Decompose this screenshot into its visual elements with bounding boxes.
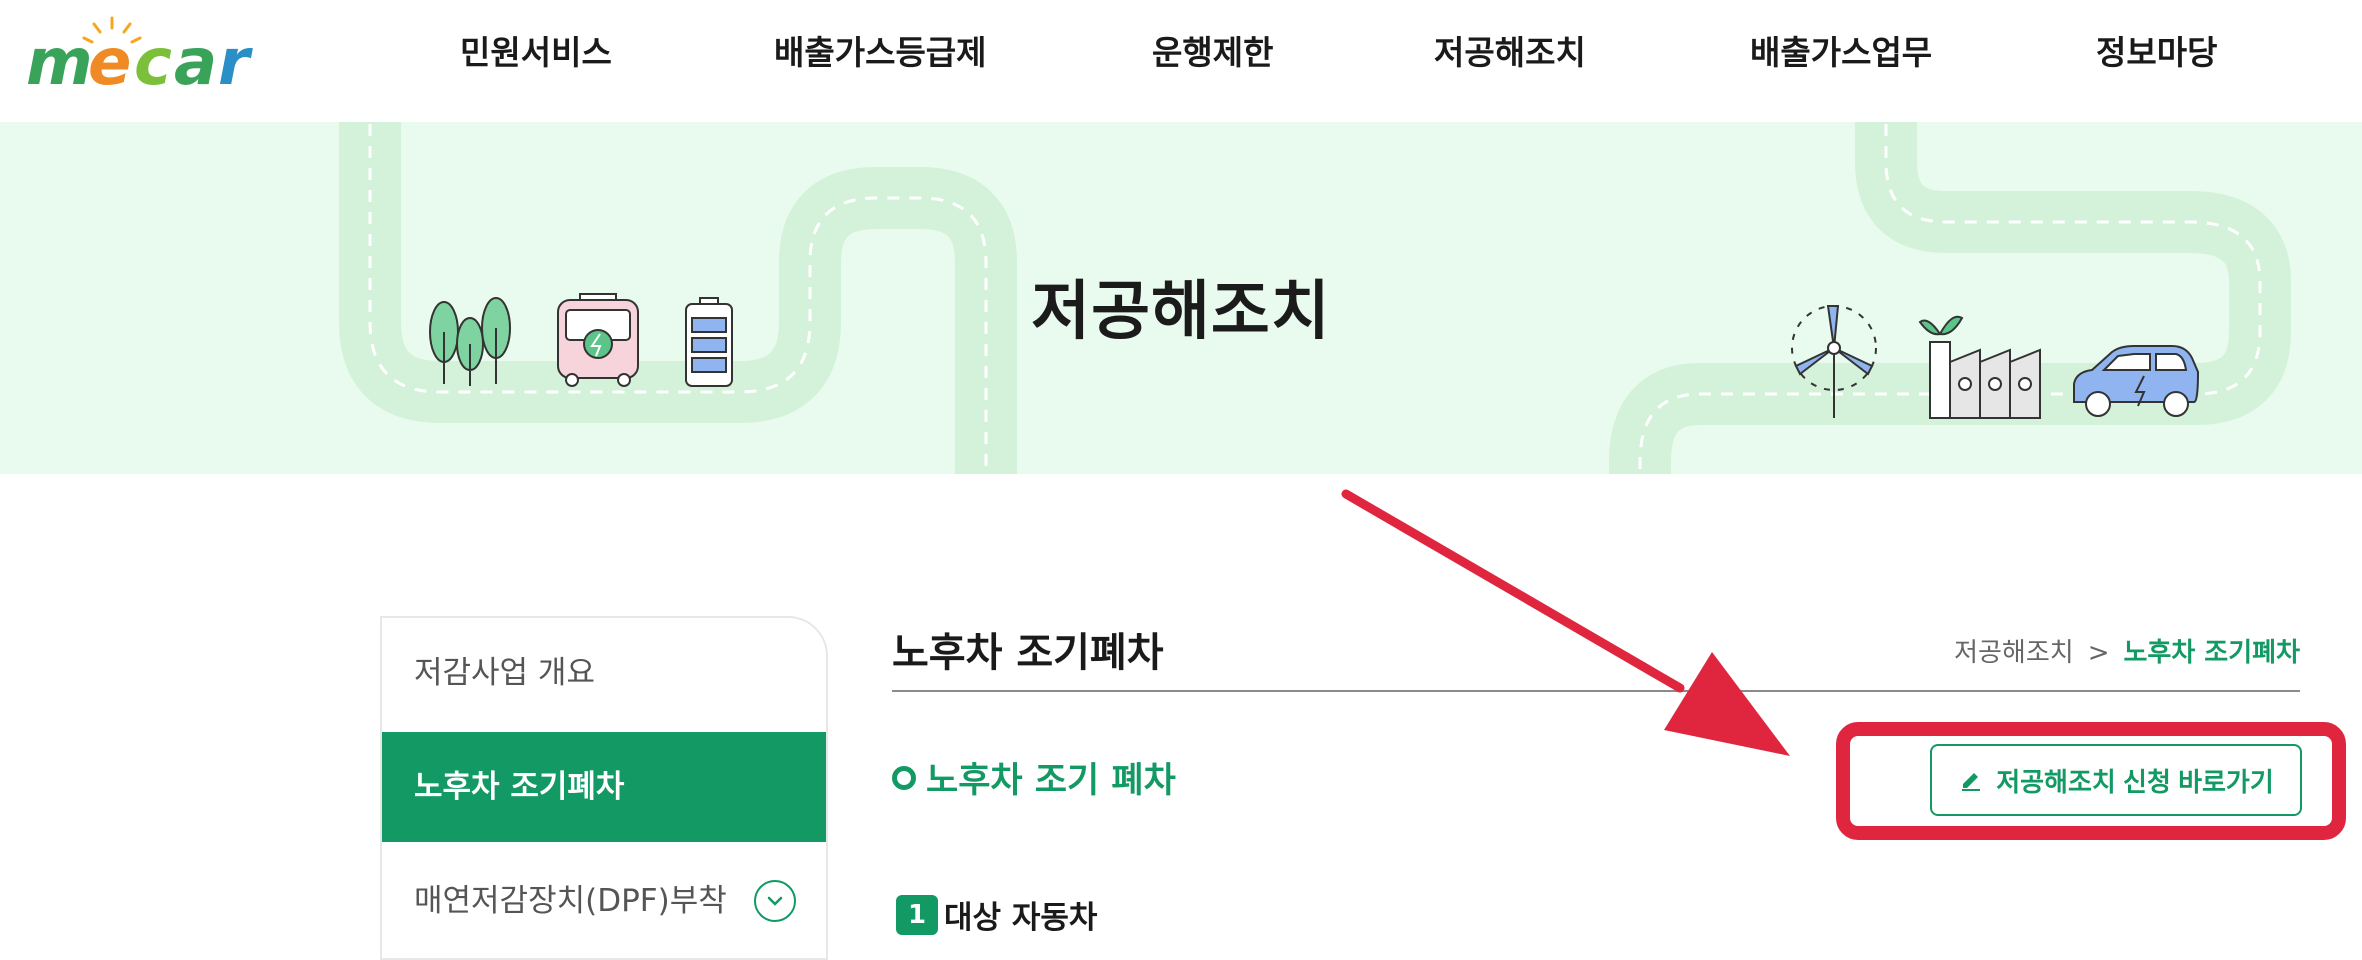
nav-item-info[interactable]: 정보마당 (2096, 26, 2217, 74)
main-nav: 민원서비스 배출가스등급제 운행제한 저공해조치 배출가스업무 정보마당 (0, 0, 2362, 122)
sub-heading: 1 대상 자동차 (896, 892, 1097, 937)
sub-heading-label: 대상 자동차 (944, 900, 1098, 936)
ring-bullet-icon (892, 765, 916, 790)
page-banner: 저공해조치 (0, 122, 2362, 474)
step-number-badge: 1 (896, 894, 938, 935)
section-heading: 노후차 조기 폐차 (892, 752, 1176, 803)
breadcrumb-parent[interactable]: 저공해조치 (1954, 638, 2074, 668)
sidebar-item-overview[interactable]: 저감사업 개요 (382, 618, 826, 728)
site-header: m e c a r 민원서비스 배출가스등급제 운행제한 저공해조치 배출가스업… (0, 0, 2362, 122)
sidebar-item-dpf[interactable]: 매연저감장치(DPF)부착 (382, 846, 826, 956)
page-title: 노후차 조기폐차 (892, 630, 1164, 676)
breadcrumb-separator: > (2087, 638, 2110, 668)
nav-item-emission-grade[interactable]: 배출가스등급제 (774, 26, 987, 74)
chevron-down-icon[interactable] (754, 880, 796, 922)
banner-title: 저공해조치 (1031, 275, 1331, 349)
sidebar-item-label: 매연저감장치(DPF)부착 (414, 883, 727, 919)
section-heading-label: 노후차 조기 폐차 (926, 761, 1176, 801)
title-divider (892, 690, 2300, 692)
breadcrumb: 저공해조치 > 노후차 조기폐차 (1954, 632, 2300, 669)
sidebar-item-early-scrappage[interactable]: 노후차 조기폐차 (382, 732, 826, 842)
nav-item-emission-work[interactable]: 배출가스업무 (1750, 26, 1932, 74)
sidebar-menu: 저감사업 개요 노후차 조기폐차 매연저감장치(DPF)부착 (380, 616, 828, 960)
apply-low-emission-button[interactable]: 저공해조치 신청 바로가기 (1930, 744, 2302, 816)
apply-button-label: 저공해조치 신청 바로가기 (1996, 766, 2274, 797)
pencil-icon (1962, 773, 1981, 791)
breadcrumb-current: 노후차 조기폐차 (2123, 638, 2301, 668)
nav-item-driving-restriction[interactable]: 운행제한 (1152, 26, 1273, 74)
nav-item-low-emission[interactable]: 저공해조치 (1434, 26, 1586, 74)
nav-item-civil-service[interactable]: 민원서비스 (460, 26, 612, 74)
